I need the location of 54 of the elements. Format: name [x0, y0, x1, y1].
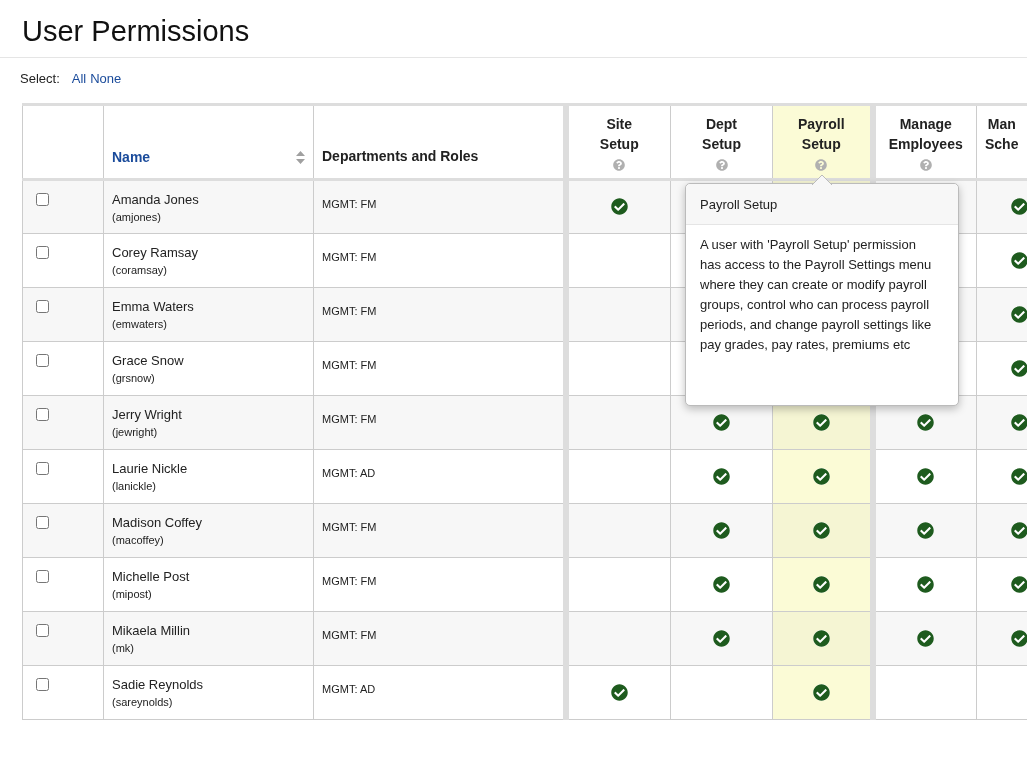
username: (sareynolds) [112, 694, 173, 710]
row-checkbox[interactable] [36, 353, 49, 367]
row-checkbox[interactable] [36, 461, 49, 475]
user-name: Emma Waters [112, 298, 194, 315]
department-role: MGMT: AD [322, 466, 376, 479]
username: (jewright) [112, 424, 158, 440]
row-checkbox[interactable] [36, 677, 49, 691]
name-column-header[interactable]: Name [112, 146, 151, 168]
username: (grsnow) [112, 370, 155, 386]
department-role: MGMT: FM [322, 358, 377, 371]
user-name: Grace Snow [112, 352, 184, 369]
permission-column-header: Site Setup [599, 114, 639, 154]
permission-column-header: Man Sche [985, 114, 1019, 154]
permission-column-header: Manage Employees [888, 114, 963, 154]
select-label: Select: [20, 70, 60, 88]
department-role: MGMT: FM [322, 250, 377, 263]
departments-column-header: Departments and Roles [322, 147, 479, 164]
row-checkbox[interactable] [36, 407, 49, 421]
department-role: MGMT: FM [322, 628, 377, 641]
select-link[interactable]: All [71, 69, 87, 89]
user-name: Jerry Wright [112, 406, 182, 423]
department-role: MGMT: FM [322, 520, 377, 533]
department-role: MGMT: AD [322, 682, 376, 695]
username: (mk) [112, 640, 134, 656]
username: (amjones) [112, 209, 161, 225]
row-checkbox[interactable] [36, 569, 49, 583]
department-role: MGMT: FM [322, 412, 377, 425]
row-checkbox[interactable] [36, 245, 49, 259]
sort-icon[interactable] [296, 150, 305, 164]
permission-column-header: Dept Setup [702, 114, 741, 154]
user-name: Amanda Jones [112, 191, 199, 208]
permission-column-header: Payroll Setup [797, 114, 845, 154]
department-role: MGMT: FM [322, 304, 377, 317]
department-role: MGMT: FM [322, 574, 377, 587]
username: (emwaters) [112, 316, 167, 332]
username: (mipost) [112, 586, 152, 602]
tooltip-title: Payroll Setup [700, 197, 778, 212]
user-name: Corey Ramsay [112, 244, 198, 261]
user-name: Michelle Post [112, 568, 190, 585]
row-checkbox[interactable] [36, 515, 49, 529]
user-name: Madison Coffey [112, 514, 203, 531]
page-title: User Permissions [22, 14, 250, 49]
username: (lanickle) [112, 478, 156, 494]
tooltip-text: A user with 'Payroll Setup' permission has access to the Payroll Settings menu where they can create or modify payroll groups, control who can process payroll periods, and change payroll settings like pay grades, pay rates, premiums etc [700, 236, 933, 354]
username: (coramsay) [112, 262, 167, 278]
user-name: Mikaela Millin [112, 622, 191, 639]
row-checkbox[interactable] [36, 623, 49, 637]
row-checkbox[interactable] [36, 192, 49, 206]
select-link[interactable]: None [90, 69, 122, 89]
department-role: MGMT: FM [322, 197, 377, 210]
username: (macoffey) [112, 532, 164, 548]
user-name: Laurie Nickle [112, 460, 188, 477]
row-checkbox[interactable] [36, 299, 49, 313]
user-name: Sadie Reynolds [112, 676, 204, 693]
